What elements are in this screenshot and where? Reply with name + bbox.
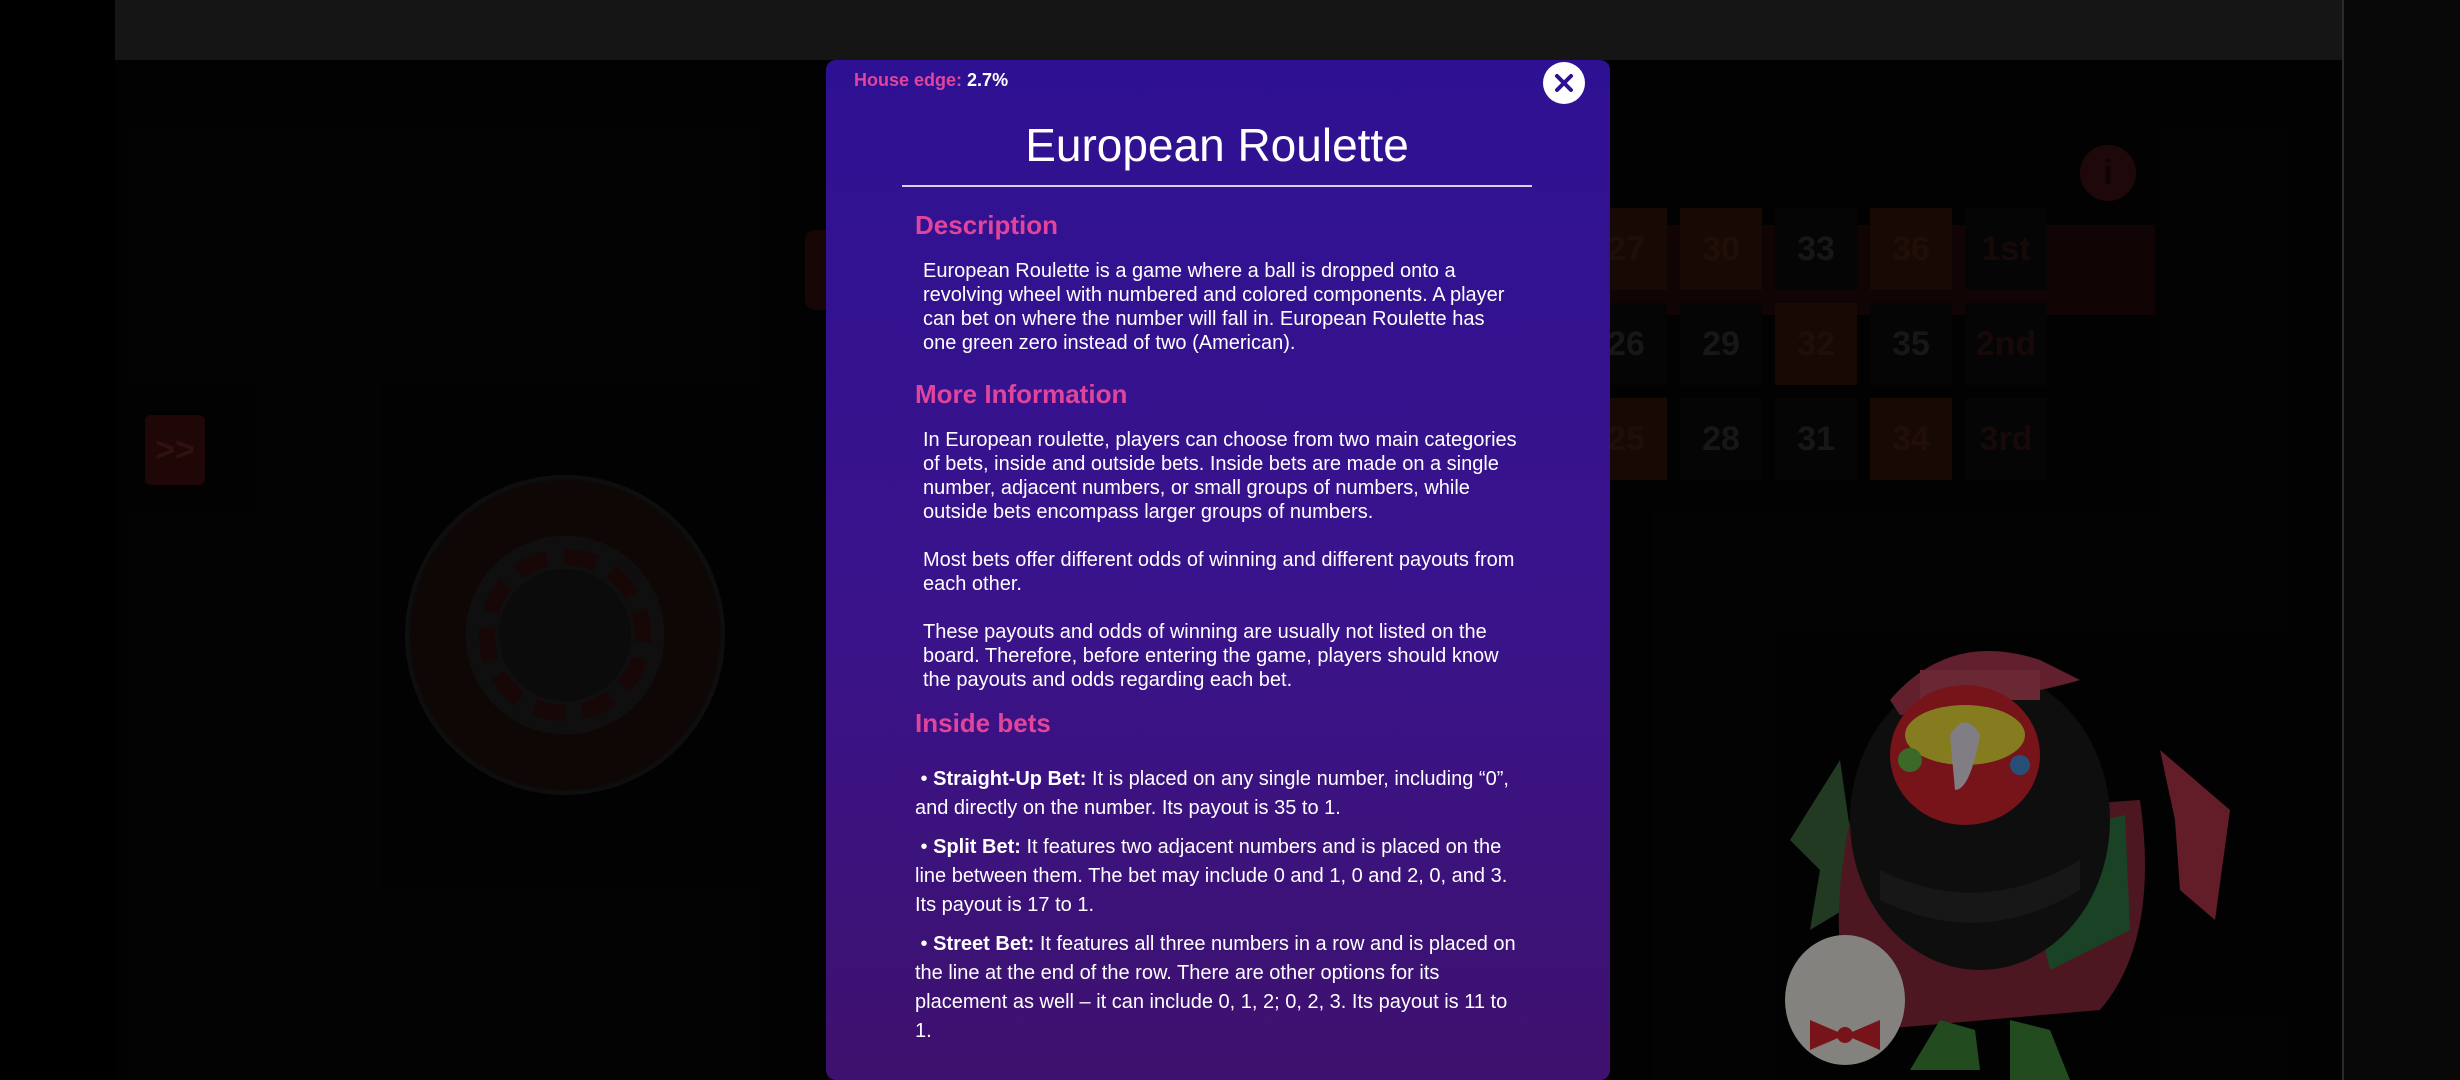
bet-item-street: • Street Bet: It features all three numb… xyxy=(915,933,1516,1042)
bet-name: Straight-Up Bet: xyxy=(933,768,1087,790)
inside-bets-list: • Straight-Up Bet: It is placed on any s… xyxy=(915,765,1535,1046)
section-heading-description: Description xyxy=(915,210,1059,240)
bet-name: Split Bet: xyxy=(933,836,1021,858)
bet-item-split: • Split Bet: It features two adjacent nu… xyxy=(915,836,1508,916)
title-divider xyxy=(902,185,1532,187)
modal-content: Description European Roulette is a game … xyxy=(915,210,1535,1056)
house-edge-value: 2.7% xyxy=(967,70,1009,90)
description-text: European Roulette is a game where a ball… xyxy=(923,260,1505,354)
section-heading-inside-bets: Inside bets xyxy=(915,708,1051,738)
more-info-paragraph: In European roulette, players can choose… xyxy=(923,429,1517,523)
close-button[interactable] xyxy=(1543,62,1585,104)
house-edge: House edge: 2.7% xyxy=(854,70,1008,91)
more-info-paragraph: These payouts and odds of winning are us… xyxy=(923,621,1499,691)
bet-name: Street Bet: xyxy=(933,933,1035,955)
top-bar xyxy=(115,0,2342,60)
close-icon xyxy=(1555,74,1573,92)
house-edge-label: House edge: xyxy=(854,70,963,90)
left-gutter xyxy=(0,0,115,1080)
bet-item-straight-up: • Straight-Up Bet: It is placed on any s… xyxy=(915,768,1509,819)
modal-title: European Roulette xyxy=(1025,119,1409,171)
section-heading-more-information: More Information xyxy=(915,379,1128,409)
right-gutter xyxy=(2342,0,2460,1080)
game-info-modal: House edge: 2.7% European Roulette Descr… xyxy=(826,60,1610,1080)
more-info-paragraph: Most bets offer different odds of winnin… xyxy=(923,549,1515,595)
